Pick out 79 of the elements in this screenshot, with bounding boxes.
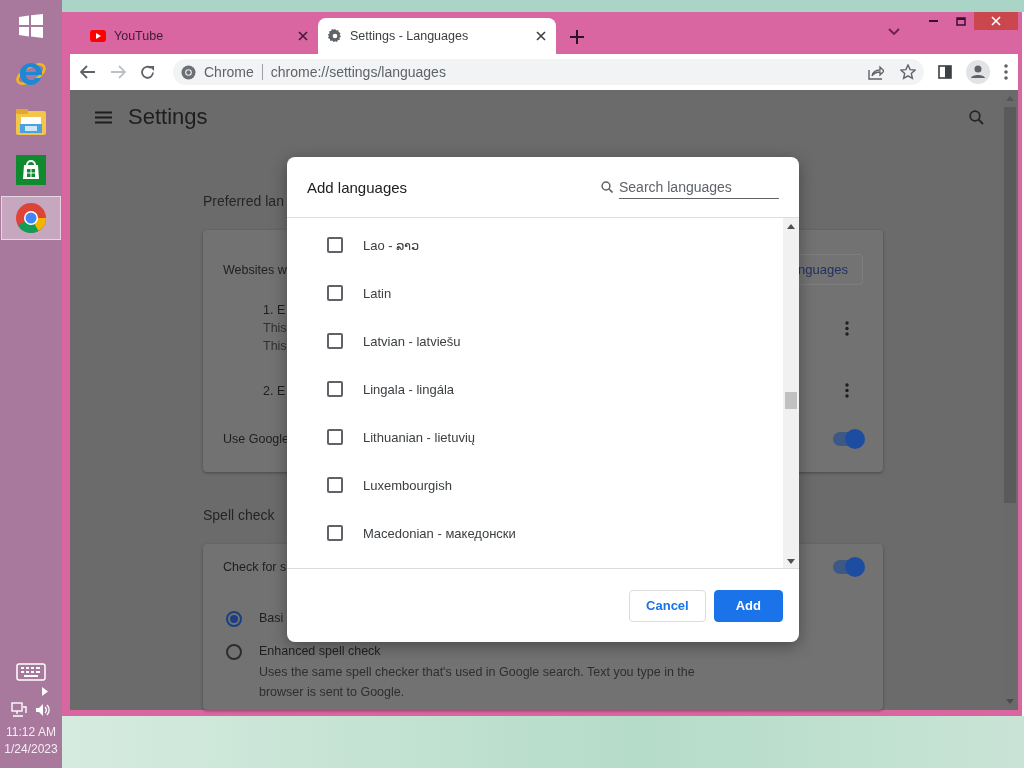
setting-label: Check for s [223,560,287,574]
close-icon [991,16,1001,26]
taskbar-app-highlight[interactable] [1,196,61,240]
back-icon[interactable] [80,65,96,79]
language-name: 2. E [263,383,286,398]
add-button[interactable]: Add [713,589,783,622]
close-icon[interactable] [536,31,546,41]
gear-icon [328,29,342,43]
clock-time[interactable]: 11:12 AM [6,724,56,741]
circle-logo-icon[interactable] [15,202,47,234]
option-label: Enhanced spell check [259,644,382,658]
radio-button[interactable] [226,644,242,660]
setting-label: Websites w [223,262,287,277]
folder-icon[interactable] [15,107,47,137]
network-icon[interactable] [11,702,27,718]
scrollbar-thumb[interactable] [785,392,797,409]
language-note: This [263,321,287,335]
search-icon[interactable] [969,109,984,125]
share-icon[interactable] [868,64,884,80]
browser-tab[interactable]: YouTube [80,18,318,54]
shopping-bag-icon[interactable] [16,155,46,185]
clock-date[interactable]: 1/24/2023 [4,741,58,758]
scroll-down-icon[interactable] [787,559,795,564]
scrollbar[interactable] [783,218,799,568]
language-option: Lao - ລາວ [363,237,420,253]
language-option: Luxembourgish [363,477,452,493]
search-icon [601,181,613,193]
language-note: This [263,339,287,353]
language-option: Latin [363,285,392,301]
radio-button[interactable] [226,611,242,627]
language-name: 1. E [263,303,287,317]
address-bar[interactable]: Chrome chrome://settings/languages [173,59,924,85]
more-options-icon[interactable] [845,383,849,398]
close-icon[interactable] [298,31,308,41]
more-menu-icon[interactable] [1004,64,1008,80]
checkbox[interactable] [327,237,343,253]
option-label: Basi [259,611,285,625]
caret-right-icon[interactable] [41,687,48,696]
side-panel-icon[interactable] [938,65,952,79]
reload-icon[interactable] [140,64,155,80]
toggle-switch[interactable] [833,560,863,574]
circle-logo-icon [181,64,196,80]
section-heading: Spell check [203,507,275,523]
language-option: Latvian - latviešu [363,333,461,349]
menu-icon[interactable] [95,110,112,124]
tab-title: YouTube [114,29,165,43]
new-tab-icon[interactable] [570,30,584,44]
site-label: Chrome [204,64,254,80]
checkbox[interactable] [327,477,343,493]
windows-logo-icon[interactable] [18,13,44,39]
language-option: Macedonian - македонски [363,525,516,541]
close-window-button[interactable] [974,12,1018,30]
checkbox[interactable] [327,381,343,397]
chevron-down-icon[interactable] [888,28,900,36]
tab-title: Settings - Languages [350,29,470,43]
star-icon[interactable] [900,64,916,80]
keyboard-icon[interactable] [16,663,46,681]
option-description: Uses the same spell checker that's used in Google search. Text you type in the browser is sent to Google. [259,664,696,701]
url-text: chrome://settings/languages [270,64,447,80]
checkbox[interactable] [327,525,343,541]
setting-label: Use Google [223,432,289,446]
language-option: Lingala - lingála [363,381,455,397]
browser-tab[interactable]: Settings - Languages [318,18,556,54]
minimize-icon [929,19,938,23]
profile-icon[interactable] [966,60,990,84]
toggle-switch[interactable] [833,432,863,446]
play-icon [90,30,106,42]
checkbox[interactable] [327,333,343,349]
more-options-icon[interactable] [845,320,849,336]
search-field[interactable]: Search languages [619,175,779,199]
page-title: Settings [128,104,209,130]
cancel-button[interactable]: Cancel [629,589,706,622]
checkbox[interactable] [327,429,343,445]
maximize-icon [955,16,966,26]
checkbox[interactable] [327,285,343,301]
volume-icon[interactable] [35,703,51,717]
section-heading: Preferred lan [203,193,284,209]
language-option: Lithuanian - lietuvių [363,429,476,445]
dialog-title: Add languages [307,178,408,196]
